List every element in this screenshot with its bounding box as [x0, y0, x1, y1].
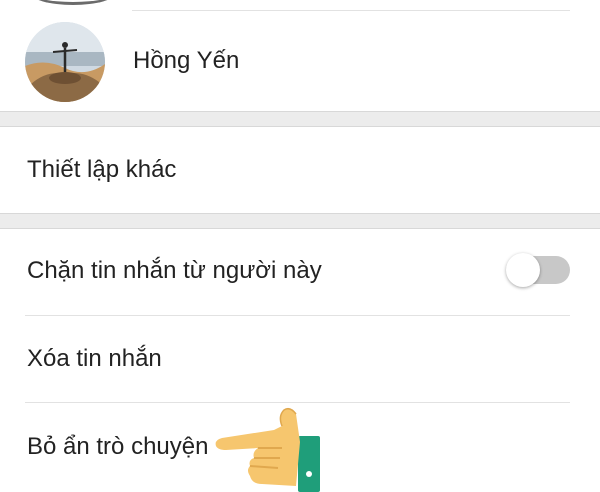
contact-avatar[interactable] — [25, 22, 105, 102]
pointing-hand-icon — [215, 407, 320, 492]
previous-avatar-edge — [30, 0, 116, 5]
delete-messages-label: Xóa tin nhắn — [27, 345, 162, 372]
block-messages-label: Chặn tin nhắn từ người này — [27, 257, 322, 284]
section-separator — [0, 213, 600, 229]
contact-name: Hồng Yến — [133, 47, 240, 74]
avatar-photo — [25, 22, 105, 102]
section-separator — [0, 111, 600, 127]
block-messages-toggle-knob[interactable] — [506, 253, 540, 287]
top-divider — [132, 10, 570, 11]
unhide-chat-label: Bỏ ẩn trò chuyện — [27, 433, 209, 460]
other-settings-label: Thiết lập khác — [27, 156, 177, 183]
